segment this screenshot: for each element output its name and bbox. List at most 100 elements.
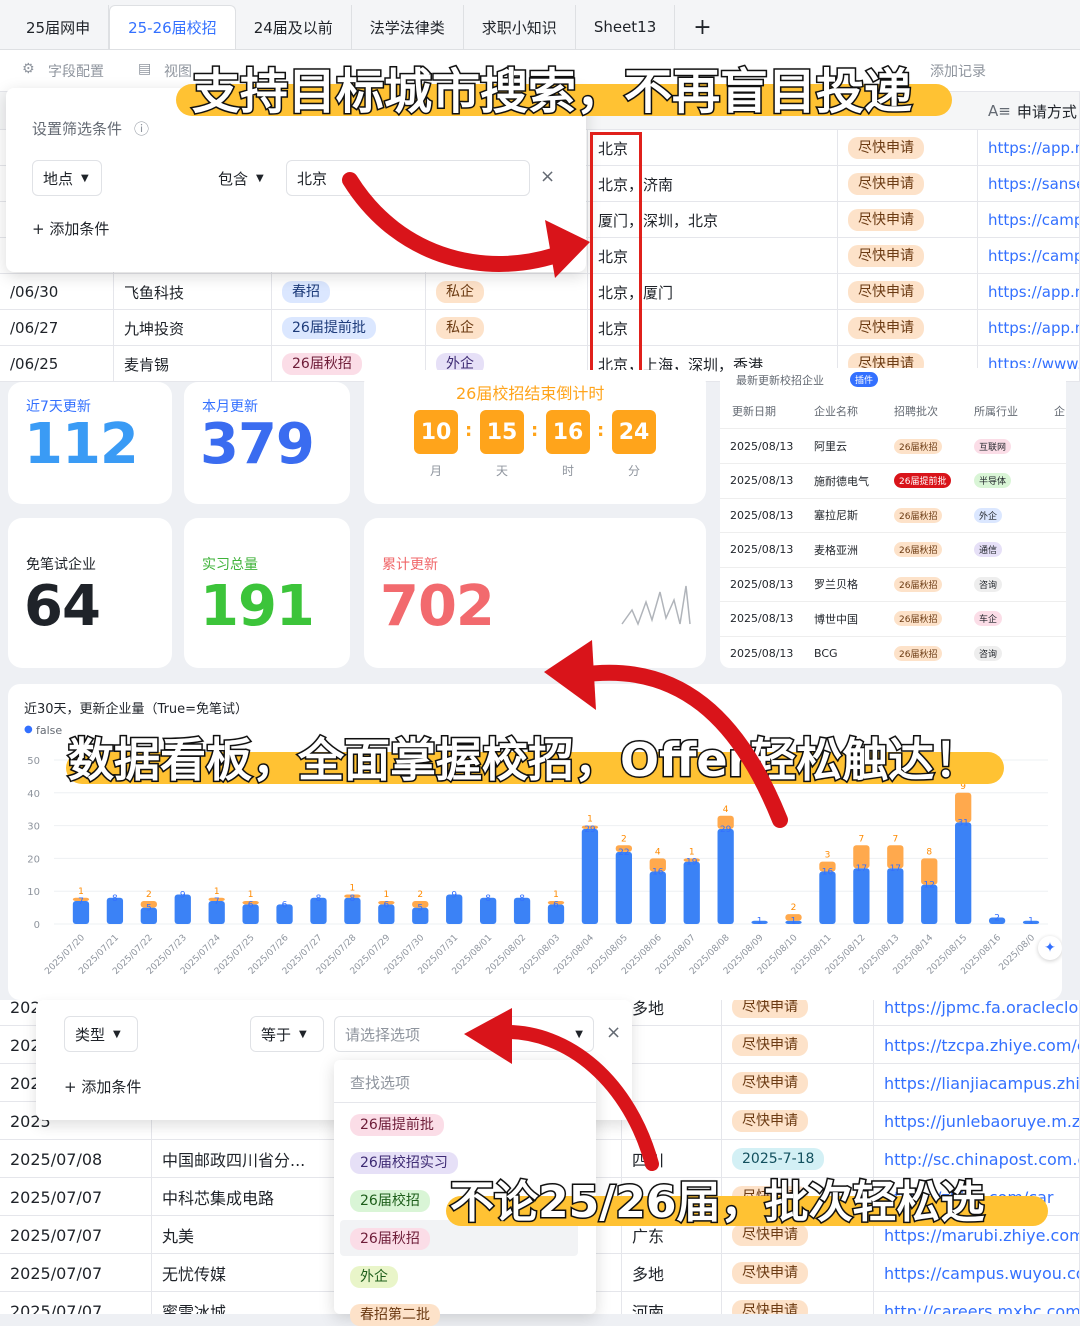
cell-status[interactable]: 尽快申请	[722, 1102, 874, 1140]
cell-company[interactable]: 麦肯锡	[114, 346, 272, 382]
data-label-true: 1	[350, 883, 356, 893]
sparkline-icon	[621, 585, 691, 627]
cell-status[interactable]: 尽快申请	[722, 1064, 874, 1102]
tab-tips[interactable]: 求职小知识	[464, 5, 576, 49]
list-industry: 咨询	[974, 576, 1003, 592]
cell-company[interactable]: 飞鱼科技	[114, 274, 272, 310]
bar-false	[581, 828, 599, 924]
cell-url[interactable]: https://camp	[978, 202, 1080, 238]
field-config-button[interactable]: 字段配置	[48, 61, 104, 81]
option-item[interactable]: 春招第二批	[350, 1304, 440, 1326]
add-record-button[interactable]: 添加记录	[930, 61, 986, 81]
list-item[interactable]: 2025/08/13 罗兰贝格 26届秋招 咨询	[720, 567, 1066, 602]
cell-status-value: 尽快申请	[732, 1034, 808, 1056]
filter-field-select[interactable]: 地点 ▼	[32, 160, 102, 196]
cell-date[interactable]: /06/27	[0, 310, 114, 346]
countdown-days: 15	[480, 410, 524, 454]
data-label-false: 16	[652, 868, 664, 878]
data-label-true: 4	[655, 847, 661, 857]
filter-operator-select[interactable]: 等于 ▼	[250, 1016, 324, 1052]
cell-url[interactable]: https://camp	[978, 238, 1080, 274]
cell-url[interactable]: https://junlebaoruye.m.zhi	[874, 1102, 1080, 1140]
list-batch: 26届提前批	[894, 473, 952, 488]
cell-date[interactable]: 2025/07/08	[0, 1140, 152, 1178]
stat-card-month: 本月更新 379	[184, 382, 350, 504]
cell-url[interactable]: https://jpmc.fa.oraclecloud	[874, 1000, 1080, 1026]
option-item[interactable]: 外企	[350, 1266, 398, 1288]
cell-url[interactable]: https://app.m	[978, 274, 1080, 310]
filter-operator-select[interactable]: 包含 ▼	[208, 160, 280, 196]
column-header-apply-method[interactable]: A≡ 申请方式	[978, 92, 1080, 130]
list-item[interactable]: 2025/08/13 阿里云 26届秋招 互联网	[720, 429, 1066, 464]
add-condition-button[interactable]: + 添加条件	[64, 1076, 141, 1097]
cell-status[interactable]: 尽快申请	[838, 238, 978, 274]
countdown-minutes: 24	[612, 410, 656, 454]
data-label-false: 2	[994, 913, 1000, 923]
cell-status[interactable]: 尽快申请	[838, 166, 978, 202]
list-date: 2025/08/13	[730, 508, 794, 522]
stat-value-total: 702	[380, 574, 495, 639]
cell-status[interactable]: 尽快申请	[722, 1292, 874, 1314]
cell-url[interactable]: https://app.m	[978, 130, 1080, 166]
cell-url[interactable]: https://lianjiacampus.zhiye	[874, 1064, 1080, 1102]
cell-date[interactable]: 2025/07/07	[0, 1292, 152, 1314]
option-search[interactable]: 查找选项	[350, 1072, 410, 1093]
option-item[interactable]: 26届校招实习	[350, 1152, 458, 1174]
cell-url[interactable]: https://app.m	[978, 310, 1080, 346]
list-item[interactable]: 2025/08/13 施耐德电气 26届提前批 半导体	[720, 464, 1066, 499]
filter-field-select[interactable]: 类型 ▼	[64, 1016, 138, 1052]
cell-status[interactable]: 尽快申请	[838, 310, 978, 346]
option-item[interactable]: 26届校招	[350, 1190, 430, 1212]
cell-status[interactable]: 尽快申请	[838, 274, 978, 310]
cell-url[interactable]: https://sanse	[978, 166, 1080, 202]
cell-status[interactable]: 尽快申请	[722, 1000, 874, 1026]
cell-url[interactable]: https://campus.wuyou.com	[874, 1254, 1080, 1292]
cell-date[interactable]: 2025/07/07	[0, 1178, 152, 1216]
cell-status-value: 尽快申请	[848, 281, 924, 303]
table-row[interactable]: /06/27 九坤投资 26届提前批 私企 北京 尽快申请 https://app.m	[0, 310, 1080, 346]
data-label-false: 6	[383, 900, 389, 910]
caret-down-icon: ▼	[81, 172, 89, 184]
cell-url[interactable]: http://careers.mxbc.com/s	[874, 1292, 1080, 1314]
cell-date[interactable]: /06/25	[0, 346, 114, 382]
gear-icon[interactable]: ⚙	[22, 61, 35, 77]
sparkle-icon[interactable]: ✦	[1038, 936, 1062, 960]
cell-type[interactable]: 私企	[426, 310, 588, 346]
cell-date[interactable]: 2025/07/07	[0, 1216, 152, 1254]
option-item[interactable]: 26届提前批	[350, 1114, 444, 1136]
bar-false	[819, 871, 836, 924]
cell-company-value: 麦肯锡	[124, 355, 170, 374]
list-item[interactable]: 2025/08/13 塞拉尼斯 26届秋招 外企	[720, 498, 1066, 533]
tab-24-earlier[interactable]: 24届及以前	[236, 5, 352, 49]
stat-value-month: 379	[200, 412, 315, 477]
tab-25-online[interactable]: 25届网申	[8, 5, 110, 49]
add-condition-button[interactable]: + 添加条件	[32, 218, 109, 239]
tab-25-26-campus[interactable]: 25-26届校招	[109, 5, 236, 49]
cell-company[interactable]: 九坤投资	[114, 310, 272, 346]
add-sheet-button[interactable]: +	[675, 5, 729, 49]
cell-date-value: 2025/07/07	[10, 1225, 103, 1245]
cell-status[interactable]: 尽快申请	[838, 130, 978, 166]
list-industry: 半导体	[974, 473, 1012, 488]
view-icon[interactable]: ▤	[138, 61, 151, 77]
cell-batch[interactable]: 26届提前批	[272, 310, 426, 346]
list-item[interactable]: 2025/08/13 麦格亚洲 26届秋招 通信	[720, 533, 1066, 568]
cell-url[interactable]: https://tzcpa.zhiye.com/ca	[874, 1026, 1080, 1064]
data-label-false: 7	[78, 897, 84, 907]
bar-false	[649, 871, 666, 924]
cell-date[interactable]: 2025/07/07	[0, 1254, 152, 1292]
cell-date[interactable]: /06/30	[0, 274, 114, 310]
cell-status[interactable]: 尽快申请	[838, 202, 978, 238]
help-icon[interactable]: ⓘ	[134, 118, 149, 139]
tab-sheet13[interactable]: Sheet13	[576, 5, 676, 49]
cell-status[interactable]: 尽快申请	[722, 1026, 874, 1064]
cell-loc[interactable]: 多地	[622, 1254, 722, 1292]
cell-loc[interactable]: 河南	[622, 1292, 722, 1314]
cell-url-value: https://app.m	[988, 283, 1080, 301]
tab-law[interactable]: 法学法律类	[352, 5, 464, 49]
caret-down-icon: ▼	[299, 1028, 307, 1040]
view-button[interactable]: 视图	[164, 61, 192, 81]
data-label-false: 5	[146, 904, 152, 914]
cell-status[interactable]: 尽快申请	[722, 1254, 874, 1292]
option-item[interactable]: 26届秋招	[350, 1228, 430, 1250]
